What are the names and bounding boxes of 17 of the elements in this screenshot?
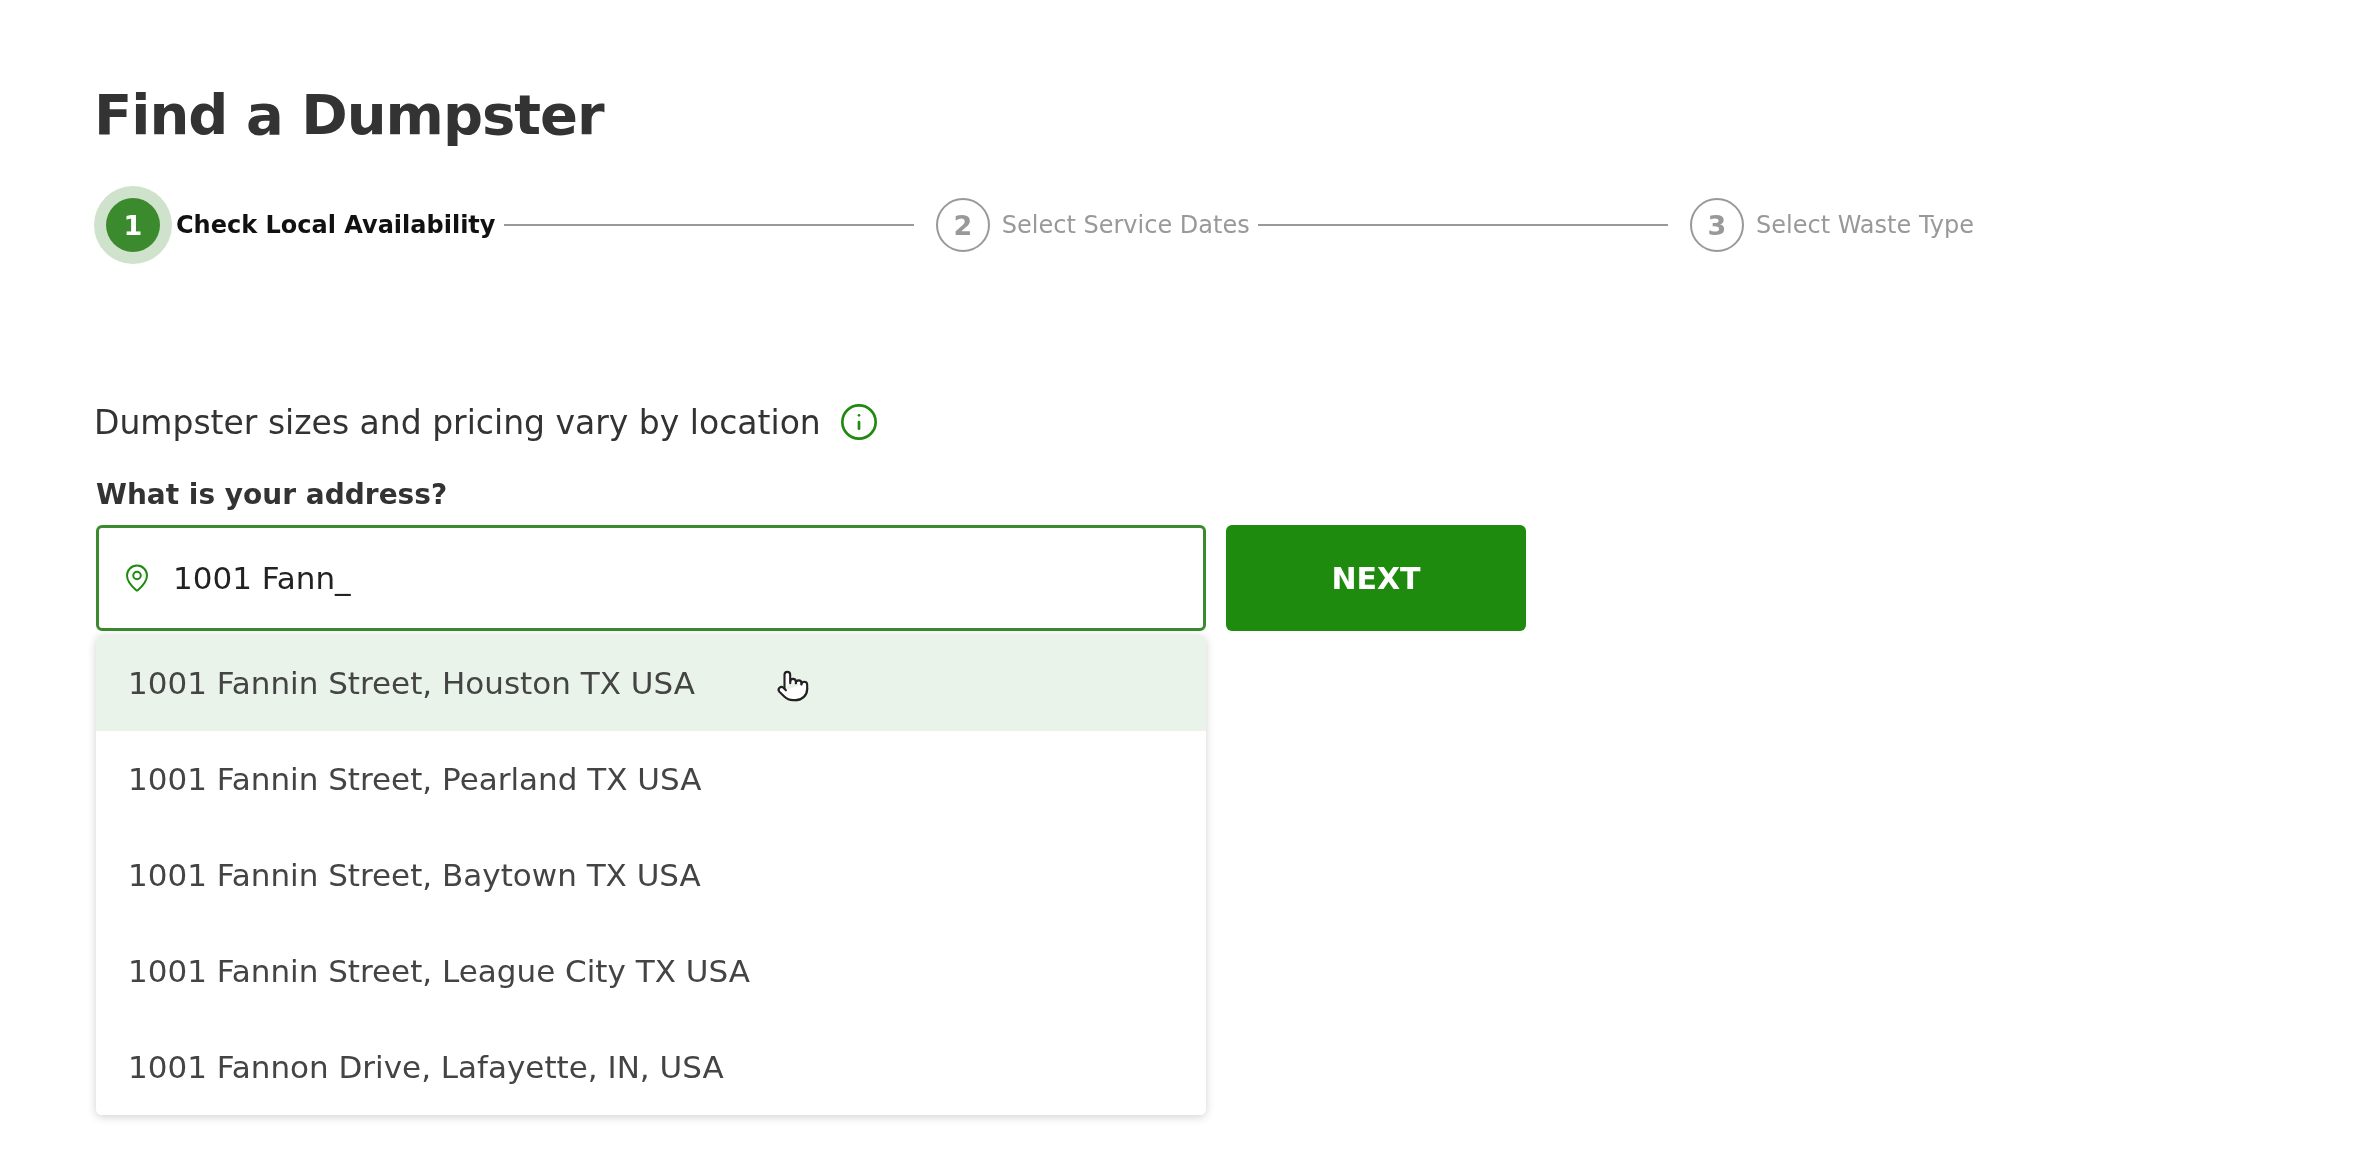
info-text: Dumpster sizes and pricing vary by location	[94, 402, 821, 442]
suggestion-item[interactable]: 1001 Fannin Street, Houston TX USA	[96, 635, 1206, 731]
info-icon[interactable]	[838, 402, 879, 442]
step-number: 3	[1690, 198, 1744, 252]
suggestion-item[interactable]: 1001 Fannon Drive, Lafayette, IN, USA	[96, 1019, 1206, 1115]
step-label: Select Service Dates	[1001, 211, 1250, 239]
suggestion-item[interactable]: 1001 Fannin Street, Baytown TX USA	[96, 827, 1206, 923]
field-label: What is your address?	[96, 478, 449, 511]
suggestion-item[interactable]: 1001 Fannin Street, Pearland TX USA	[96, 731, 1206, 827]
step-label: Check Local Availability	[176, 211, 496, 239]
suggestion-item[interactable]: 1001 Fannin Street, League City TX USA	[96, 923, 1206, 1019]
address-field[interactable]: 1001 Fann_	[96, 525, 1206, 631]
step-label: Select Waste Type	[1756, 211, 1974, 239]
step-number: 2	[935, 198, 990, 252]
hand-cursor-icon	[776, 669, 810, 703]
page-title: Find a Dumpster	[94, 81, 606, 149]
next-button[interactable]: NEXT	[1226, 525, 1526, 631]
